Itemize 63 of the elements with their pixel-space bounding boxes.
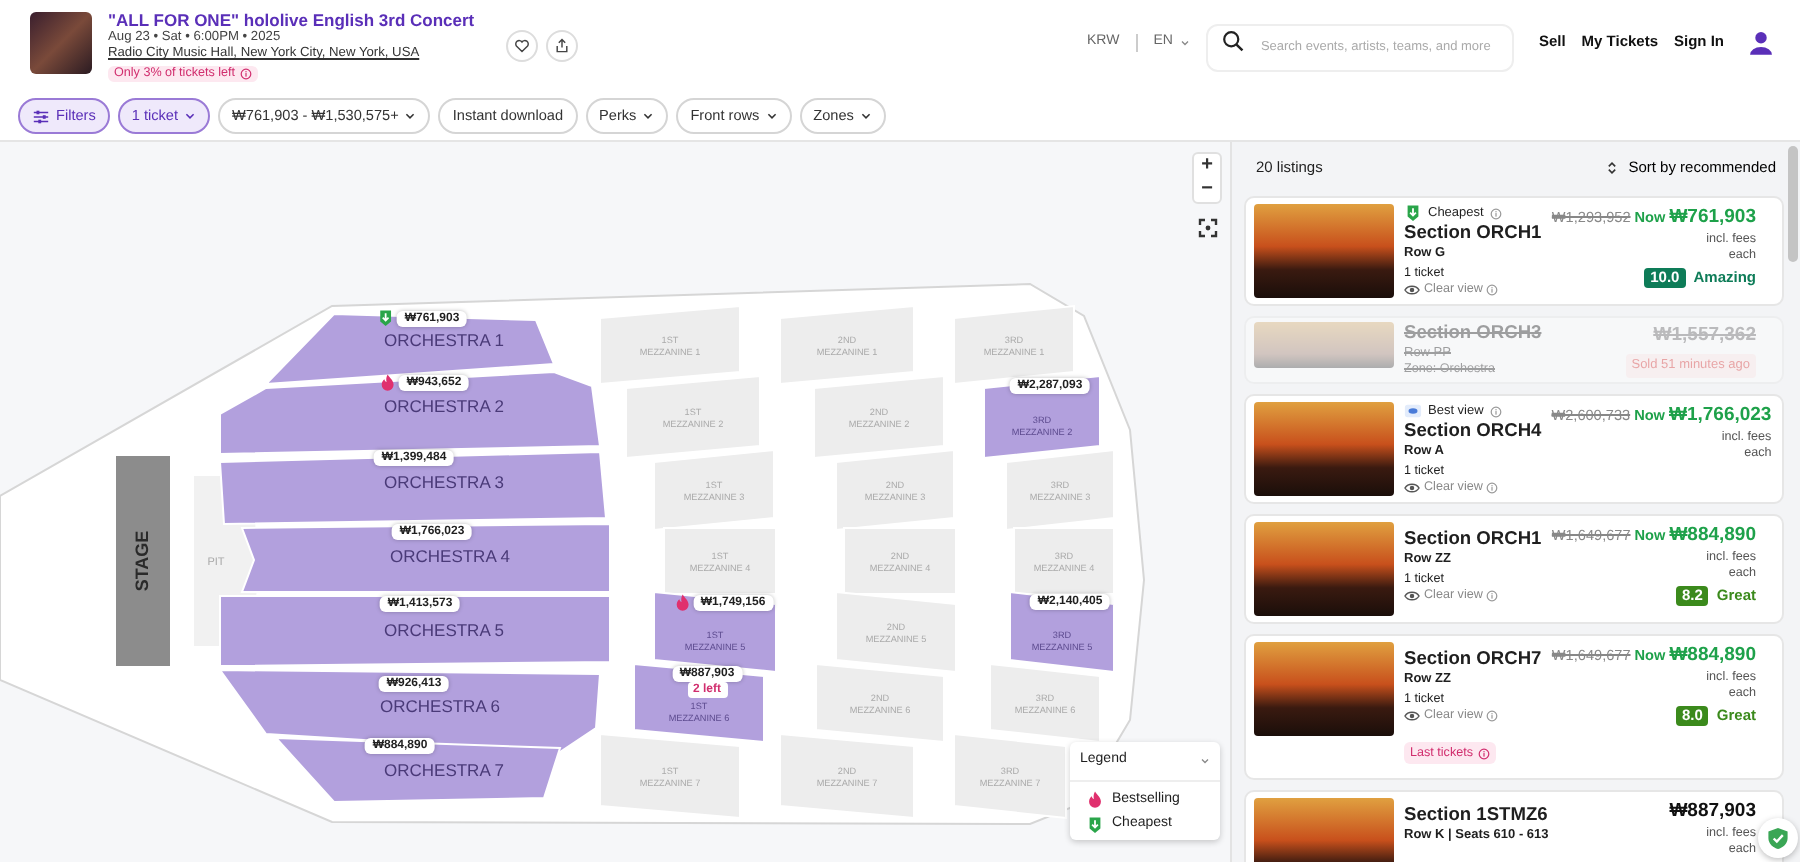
flame-icon — [1086, 790, 1104, 809]
ticket-price: ₩884,890 — [1669, 522, 1756, 550]
chevron-icon[interactable] — [1200, 755, 1210, 766]
section-label: ORCHESTRA 1 — [384, 330, 504, 350]
section-label: ORCHESTRA 6 — [380, 696, 500, 716]
ticket-price: ₩761,903 — [1669, 204, 1756, 232]
price-tag-icon — [1086, 815, 1104, 834]
info-icon — [1486, 284, 1499, 296]
shield-check-icon — [1766, 826, 1790, 850]
chevron-icon — [859, 110, 872, 122]
price-tag-icon — [1404, 204, 1422, 222]
info-icon — [1486, 710, 1499, 722]
section-label: ORCHESTRA 3 — [384, 472, 504, 492]
scrollbar-thumb[interactable] — [1788, 146, 1798, 262]
eye-icon — [1404, 282, 1420, 298]
section-label: ORCHESTRA 7 — [384, 760, 504, 780]
favorite-button[interactable] — [506, 30, 539, 62]
share-icon — [554, 38, 571, 54]
section-name: Section ORCH1 — [1404, 528, 1542, 550]
ticket-price: ₩1,766,023 — [1668, 402, 1772, 430]
eye-icon — [1404, 402, 1422, 420]
section-label: ORCHESTRA 2 — [384, 396, 504, 416]
chevron-icon — [642, 110, 655, 122]
section-name: Section 1STMZ6 — [1404, 804, 1549, 826]
ticket-price: ₩884,890 — [1669, 642, 1756, 670]
sort-icon — [1604, 159, 1621, 175]
chevron-icon — [765, 110, 778, 122]
ticket-price: ₩887,903 — [1669, 798, 1756, 826]
photo-placeholder — [1254, 204, 1394, 298]
stage-label: STAGE — [131, 530, 152, 592]
info-icon — [1477, 747, 1489, 760]
eye-icon — [1404, 480, 1420, 496]
info-icon — [1489, 207, 1502, 219]
section-name: Section ORCH4 — [1404, 420, 1542, 442]
photo-placeholder — [30, 12, 92, 74]
info-icon — [1486, 482, 1499, 494]
section-label: ORCHESTRA 4 — [390, 546, 510, 566]
section-label: ORCHESTRA 5 — [384, 620, 504, 640]
chevron-icon — [1180, 37, 1191, 47]
photo-placeholder — [1254, 642, 1394, 736]
ticket-price: ₩1,557,362 — [1653, 322, 1756, 350]
search-icon — [1222, 30, 1245, 52]
photo-placeholder — [1254, 402, 1394, 496]
info-icon — [1489, 405, 1502, 417]
photo-placeholder — [1254, 522, 1394, 616]
zoom-in-button[interactable]: + — [1194, 154, 1220, 178]
chevron-icon — [184, 110, 196, 122]
zoom-out-button[interactable]: − — [1194, 178, 1220, 202]
event-title: "ALL FOR ONE" hololive English 3rd Concert — [108, 10, 475, 30]
heart-icon — [514, 38, 531, 54]
section-name: Section ORCH1 — [1404, 222, 1542, 244]
info-icon — [239, 68, 252, 80]
sliders-icon — [32, 107, 50, 125]
eye-icon — [1404, 708, 1420, 724]
section-name: Section ORCH3 — [1404, 322, 1542, 344]
avatar-icon[interactable] — [1748, 29, 1774, 55]
info-icon — [1486, 590, 1499, 602]
share-button[interactable] — [546, 30, 579, 62]
photo-placeholder — [1254, 322, 1394, 368]
eye-icon — [1404, 588, 1420, 604]
section-name: Section ORCH7 — [1404, 648, 1542, 670]
chevron-icon — [404, 110, 417, 122]
fit-to-screen-icon[interactable] — [1198, 218, 1218, 238]
